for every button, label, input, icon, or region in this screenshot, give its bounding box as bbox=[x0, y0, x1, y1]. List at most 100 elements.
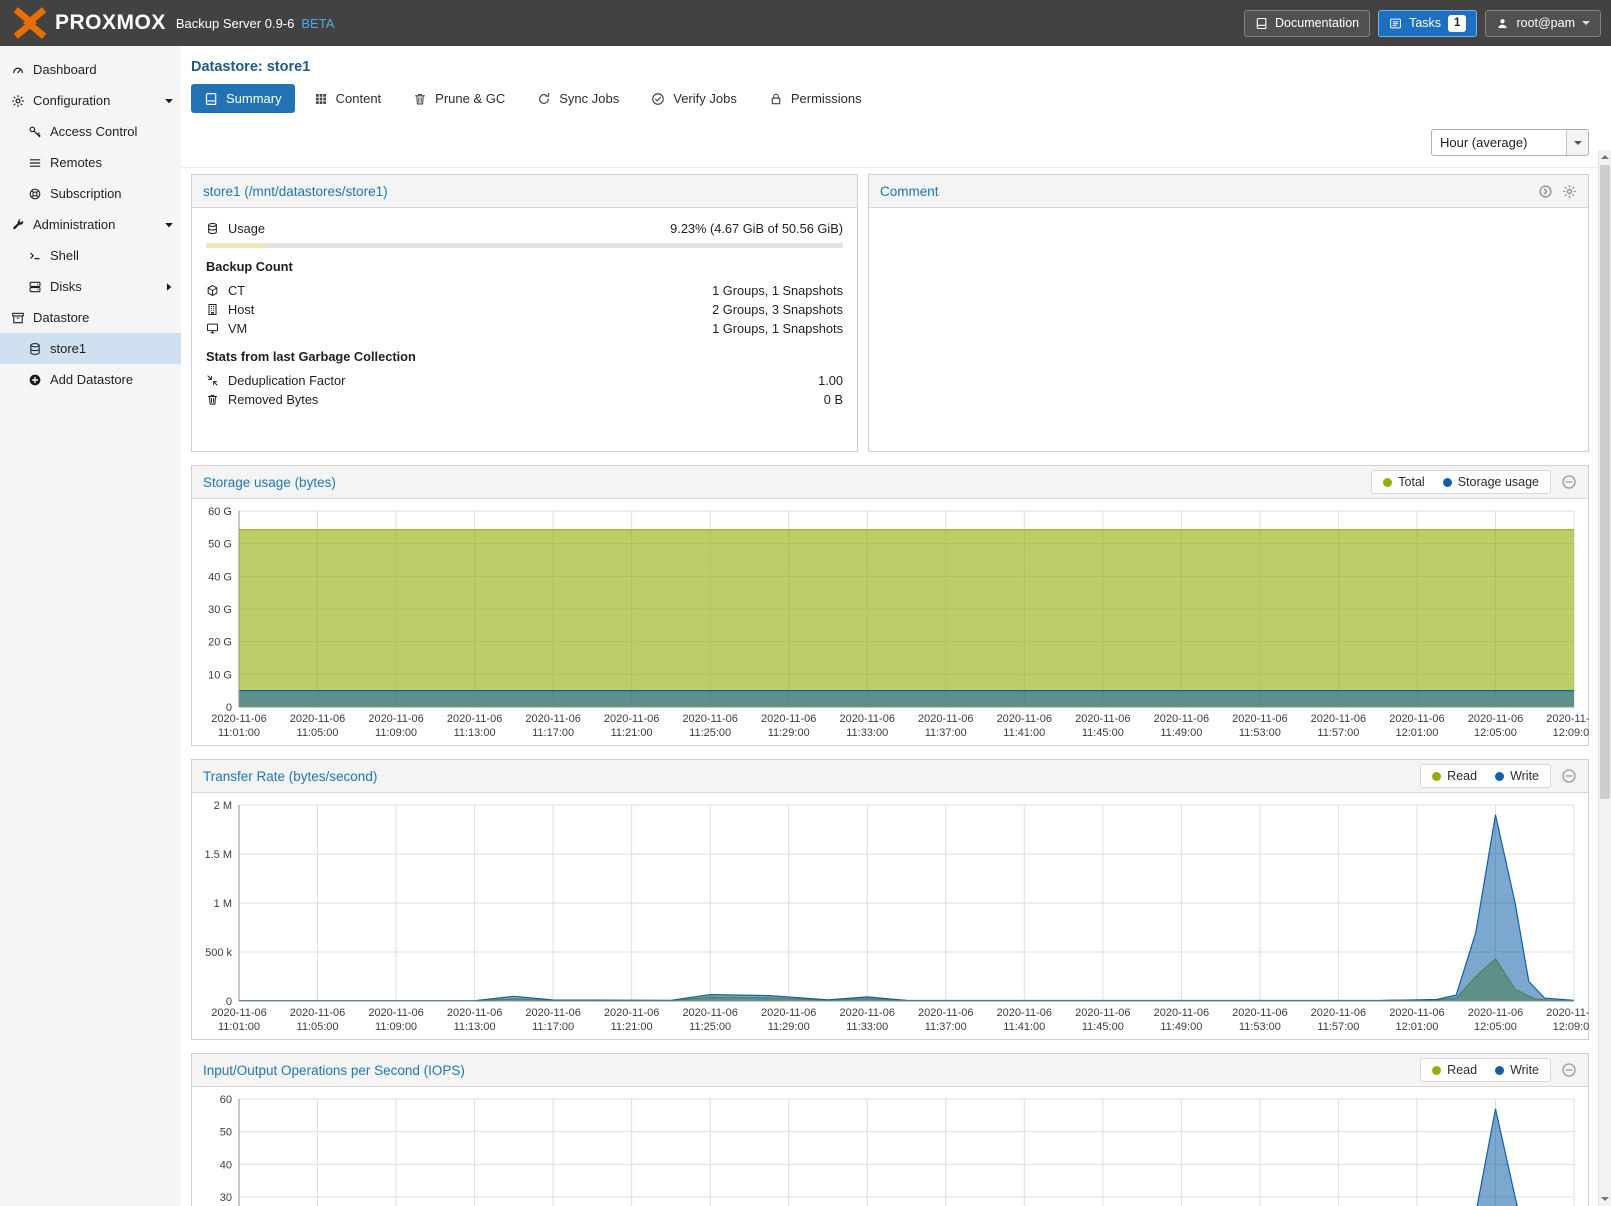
svg-text:2020-11-06: 2020-11-06 bbox=[447, 1007, 502, 1019]
legend-item-write[interactable]: Write bbox=[1495, 1063, 1539, 1077]
compress-icon bbox=[206, 374, 219, 387]
storage-usage-chart: 010 G20 G30 G40 G50 G60 G2020-11-0611:01… bbox=[193, 502, 1589, 743]
svg-text:11:05:00: 11:05:00 bbox=[297, 1021, 339, 1033]
caret-right-icon[interactable] bbox=[162, 280, 176, 294]
sync-icon bbox=[537, 92, 551, 106]
storage-usage-panel: Storage usage (bytes) Total Storage usage 0… bbox=[191, 465, 1589, 746]
page-title: Datastore: store1 bbox=[181, 46, 1611, 84]
disks-icon bbox=[28, 280, 42, 294]
proxmox-logo-icon bbox=[10, 7, 50, 39]
archive-icon bbox=[11, 311, 25, 325]
svg-text:2020-11-06: 2020-11-06 bbox=[840, 713, 895, 725]
svg-text:11:09:00: 11:09:00 bbox=[375, 1021, 417, 1033]
legend-dot bbox=[1383, 478, 1392, 487]
legend-item-storage-usage[interactable]: Storage usage bbox=[1443, 475, 1539, 489]
svg-text:2020-11-06: 2020-11-06 bbox=[997, 1007, 1052, 1019]
list-icon bbox=[1389, 17, 1402, 30]
svg-text:2020-11-06: 2020-11-06 bbox=[682, 713, 737, 725]
plus-circle-icon bbox=[28, 373, 42, 387]
svg-text:12:09:00: 12:09:00 bbox=[1553, 727, 1589, 739]
book-icon bbox=[1255, 17, 1268, 30]
sidebar-item-add-datastore[interactable]: Add Datastore bbox=[0, 364, 181, 395]
legend-item-read[interactable]: Read bbox=[1432, 769, 1477, 783]
legend-dot bbox=[1495, 1066, 1504, 1075]
user-menu-button[interactable]: root@pam bbox=[1485, 10, 1601, 37]
chevron-down-icon[interactable] bbox=[1566, 130, 1588, 155]
stat-row-vm: VM1 Groups, 1 Snapshots bbox=[206, 319, 843, 338]
charts-area: Storage usage (bytes) Total Storage usage 0… bbox=[191, 465, 1589, 1206]
sidebar-item-label: Administration bbox=[33, 217, 115, 232]
scroll-down-arrow[interactable] bbox=[1599, 1192, 1611, 1206]
scroll-up-arrow[interactable] bbox=[1599, 150, 1611, 164]
sidebar-item-datastore[interactable]: Datastore bbox=[0, 302, 181, 333]
legend-item-write[interactable]: Write bbox=[1495, 769, 1539, 783]
period-select[interactable]: Hour (average) bbox=[1431, 129, 1589, 156]
collapse-icon[interactable] bbox=[1561, 1062, 1577, 1078]
sidebar-item-disks[interactable]: Disks bbox=[0, 271, 181, 302]
beta-link[interactable]: BETA bbox=[301, 16, 334, 31]
gear-icon[interactable] bbox=[1562, 184, 1577, 199]
iops-chart-body: 01020304050602020-11-0611:01:002020-11-0… bbox=[192, 1087, 1588, 1206]
svg-text:12:05:00: 12:05:00 bbox=[1474, 1021, 1517, 1033]
db-icon bbox=[28, 342, 42, 356]
chart-title: Storage usage (bytes) bbox=[203, 475, 336, 490]
sidebar-item-subscription[interactable]: Subscription bbox=[0, 178, 181, 209]
sidebar-item-administration[interactable]: Administration bbox=[0, 209, 181, 240]
vertical-scrollbar[interactable] bbox=[1598, 150, 1611, 1206]
svg-text:2020-11-06: 2020-11-06 bbox=[211, 1007, 266, 1019]
svg-text:2020-11-06: 2020-11-06 bbox=[604, 713, 659, 725]
sidebar-item-store1[interactable]: store1 bbox=[0, 333, 181, 364]
tab-prune-gc[interactable]: Prune & GC bbox=[400, 84, 518, 113]
collapse-icon[interactable] bbox=[1561, 768, 1577, 784]
panel-tools bbox=[1538, 184, 1577, 199]
svg-text:2020-11-06: 2020-11-06 bbox=[918, 1007, 973, 1019]
tab-permissions[interactable]: Permissions bbox=[756, 84, 875, 113]
sidebar: DashboardConfiguration Access Control Remo… bbox=[0, 46, 181, 1206]
documentation-button[interactable]: Documentation bbox=[1244, 10, 1370, 37]
svg-text:2020-11-06: 2020-11-06 bbox=[1154, 713, 1209, 725]
expand-icon[interactable] bbox=[1538, 184, 1553, 199]
book-icon bbox=[204, 92, 218, 106]
sidebar-item-remotes[interactable]: Remotes bbox=[0, 147, 181, 178]
caret-down-icon[interactable] bbox=[162, 218, 176, 232]
trash-icon bbox=[206, 393, 219, 406]
svg-text:2020-11-06: 2020-11-06 bbox=[525, 713, 580, 725]
tasks-count-badge: 1 bbox=[1448, 15, 1466, 32]
sidebar-item-configuration[interactable]: Configuration bbox=[0, 85, 181, 116]
tab-verify-jobs[interactable]: Verify Jobs bbox=[638, 84, 750, 113]
svg-text:60: 60 bbox=[220, 1094, 232, 1106]
tab-sync-jobs[interactable]: Sync Jobs bbox=[524, 84, 632, 113]
svg-text:11:01:00: 11:01:00 bbox=[218, 1021, 260, 1033]
tab-summary[interactable]: Summary bbox=[191, 84, 295, 113]
caret-down-icon[interactable] bbox=[162, 94, 176, 108]
svg-text:2020-11-06: 2020-11-06 bbox=[368, 713, 423, 725]
lock-icon bbox=[769, 92, 783, 106]
svg-text:11:01:00: 11:01:00 bbox=[218, 727, 260, 739]
legend-item-total[interactable]: Total bbox=[1383, 475, 1424, 489]
sidebar-item-dashboard[interactable]: Dashboard bbox=[0, 54, 181, 85]
gauge-icon bbox=[11, 63, 25, 77]
cube-icon bbox=[206, 284, 219, 297]
panels-area: store1 (/mnt/datastores/store1) Usage9.2… bbox=[181, 168, 1611, 1206]
tasks-button[interactable]: Tasks 1 bbox=[1378, 10, 1477, 37]
sidebar-item-label: Access Control bbox=[50, 124, 137, 139]
svg-text:2020-11-06: 2020-11-06 bbox=[1468, 713, 1523, 725]
header-actions: Documentation Tasks 1 root@pam bbox=[1244, 10, 1601, 37]
comment-body[interactable] bbox=[869, 208, 1588, 452]
svg-text:1 M: 1 M bbox=[214, 898, 232, 910]
svg-text:2020-11-06: 2020-11-06 bbox=[761, 713, 816, 725]
tab-content[interactable]: Content bbox=[301, 84, 395, 113]
sidebar-item-shell[interactable]: Shell bbox=[0, 240, 181, 271]
section-heading: Stats from last Garbage Collection bbox=[206, 349, 843, 364]
tab-bar: SummaryContentPrune & GCSync JobsVerify … bbox=[181, 84, 1611, 122]
svg-text:11:05:00: 11:05:00 bbox=[297, 727, 339, 739]
legend-item-read[interactable]: Read bbox=[1432, 1063, 1477, 1077]
check-circle-icon bbox=[651, 92, 665, 106]
svg-text:50: 50 bbox=[220, 1127, 232, 1139]
sidebar-item-access-control[interactable]: Access Control bbox=[0, 116, 181, 147]
scrollbar-thumb[interactable] bbox=[1600, 165, 1610, 799]
sidebar-item-label: Add Datastore bbox=[50, 372, 133, 387]
main-content: Datastore: store1 SummaryContentPrune & … bbox=[181, 46, 1611, 1206]
svg-text:50 G: 50 G bbox=[208, 539, 232, 551]
collapse-icon[interactable] bbox=[1561, 474, 1577, 490]
